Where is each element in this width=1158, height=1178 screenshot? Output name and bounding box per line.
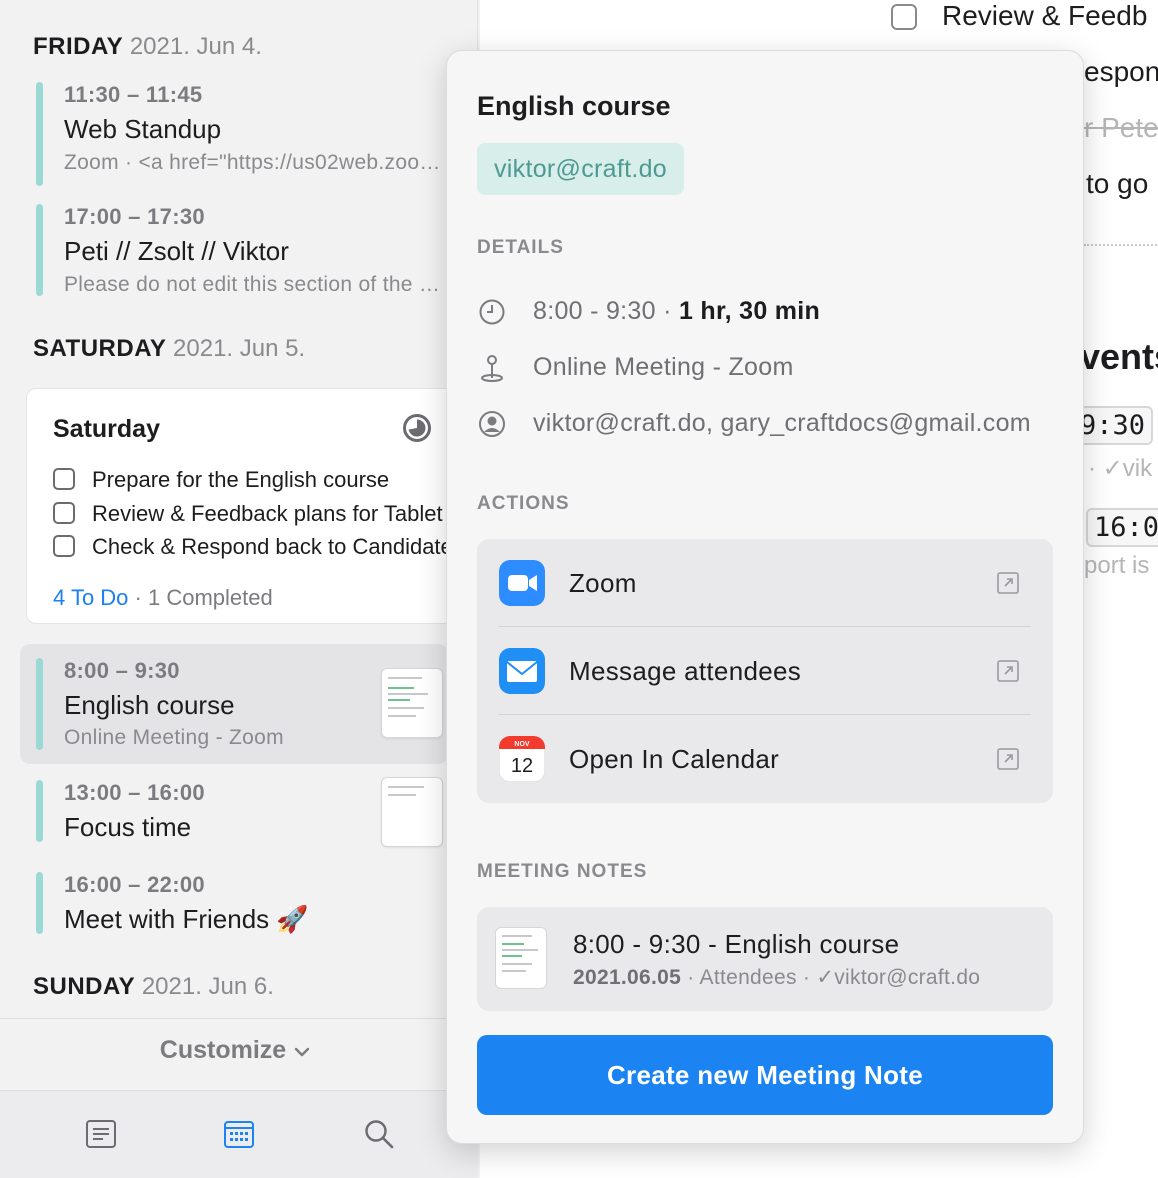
bottom-tab-bar bbox=[0, 1090, 478, 1178]
calendar-icon[interactable] bbox=[222, 1117, 256, 1151]
doc-todo-text: Review & Feedb bbox=[942, 0, 1148, 31]
action-open-in-calendar[interactable]: NOV 12 Open In Calendar bbox=[477, 715, 1053, 803]
event-subtitle: Zoom · <a href="https://us02web.zoom.us/… bbox=[64, 151, 444, 174]
event-focus-time[interactable]: 13:00 – 16:00 Focus time bbox=[20, 777, 448, 847]
event-time: 17:00 – 17:30 bbox=[64, 204, 205, 229]
event-meet-with-friends[interactable]: 16:00 – 22:00 Meet with Friends 🚀 bbox=[20, 872, 448, 934]
event-color-bar bbox=[36, 872, 43, 934]
action-message-attendees[interactable]: Message attendees bbox=[477, 627, 1053, 715]
event-peti-zsolt-viktor[interactable]: 17:00 – 17:30 Peti // Zsolt // Viktor Pl… bbox=[20, 204, 448, 296]
todo-checkbox[interactable] bbox=[53, 535, 75, 557]
day-header-saturday: SATURDAY 2021. Jun 5. bbox=[33, 335, 306, 362]
event-title: Web Standup bbox=[64, 114, 222, 144]
doc-divider bbox=[1084, 244, 1158, 246]
organizer-chip[interactable]: viktor@craft.do bbox=[477, 143, 684, 195]
doc-line: espon bbox=[1084, 56, 1158, 87]
doc-struck-line: r Pete bbox=[1084, 112, 1158, 143]
meeting-note-thumbnail bbox=[495, 927, 547, 989]
calendar-sidebar: FRIDAY 2021. Jun 4. 11:30 – 11:45 Web St… bbox=[0, 0, 478, 1178]
event-details-popover: English course viktor@craft.do DETAILS 8… bbox=[446, 50, 1084, 1144]
doc-line: · ✓vik bbox=[1088, 455, 1153, 482]
todo-item[interactable]: Prepare for the English course bbox=[53, 467, 465, 493]
meeting-note-thumbnail[interactable] bbox=[381, 777, 443, 847]
action-zoom[interactable]: Zoom bbox=[477, 539, 1053, 627]
search-icon[interactable] bbox=[362, 1117, 396, 1151]
svg-text:12: 12 bbox=[511, 755, 533, 777]
todo-card[interactable]: Saturday Prepare for the English course … bbox=[26, 388, 466, 624]
todo-item[interactable]: Check & Respond back to Candidates bbox=[53, 534, 465, 560]
customize-button[interactable]: Customize bbox=[0, 1036, 470, 1065]
event-title: Peti // Zsolt // Viktor bbox=[64, 236, 289, 266]
create-meeting-note-button[interactable]: Create new Meeting Note bbox=[477, 1035, 1053, 1115]
day-header-friday: FRIDAY 2021. Jun 4. bbox=[33, 33, 262, 60]
event-web-standup[interactable]: 11:30 – 11:45 Web Standup Zoom · <a href… bbox=[20, 82, 448, 186]
event-time: 16:00 – 22:00 bbox=[64, 872, 205, 897]
person-icon bbox=[479, 411, 505, 437]
todo-count-link[interactable]: 4 To Do bbox=[53, 585, 128, 610]
external-link-icon bbox=[997, 748, 1019, 770]
zoom-icon bbox=[499, 560, 545, 606]
day-header-sunday: SUNDAY 2021. Jun 6. bbox=[33, 973, 274, 1000]
svg-text:NOV: NOV bbox=[514, 741, 530, 748]
event-title: Meet with Friends 🚀 bbox=[64, 904, 309, 934]
chevron-down-icon bbox=[294, 1036, 310, 1065]
meeting-notes-section-label: MEETING NOTES bbox=[477, 861, 648, 882]
event-color-bar bbox=[36, 780, 43, 842]
external-link-icon bbox=[997, 572, 1019, 594]
divider bbox=[0, 1018, 478, 1019]
event-subtitle: Online Meeting - Zoom bbox=[64, 726, 284, 749]
todo-checkbox[interactable] bbox=[53, 468, 75, 490]
details-section-label: DETAILS bbox=[477, 237, 564, 258]
meeting-note-thumbnail[interactable] bbox=[381, 668, 443, 738]
event-title: English course bbox=[64, 690, 235, 720]
event-subtitle: Please do not edit this section of the d… bbox=[64, 273, 444, 296]
documents-icon[interactable] bbox=[84, 1117, 118, 1151]
event-color-bar bbox=[36, 82, 43, 186]
event-time: 11:30 – 11:45 bbox=[64, 82, 203, 107]
event-title: Focus time bbox=[64, 812, 192, 842]
event-time: 13:00 – 16:00 bbox=[64, 780, 205, 805]
meeting-note-title: 8:00 - 9:30 - English course bbox=[573, 929, 900, 959]
todo-card-title: Saturday bbox=[53, 415, 160, 443]
todo-summary: 4 To Do · 1 Completed bbox=[53, 585, 273, 611]
actions-section-label: ACTIONS bbox=[477, 493, 570, 514]
event-title: English course bbox=[477, 91, 671, 121]
completed-count: · 1 Completed bbox=[134, 585, 273, 610]
event-english-course[interactable]: 8:00 – 9:30 English course Online Meetin… bbox=[20, 644, 448, 764]
event-color-bar bbox=[36, 204, 43, 296]
mail-icon bbox=[499, 648, 545, 694]
todo-item[interactable]: Review & Feedback plans for Tablet bbox=[53, 501, 465, 527]
progress-pie-icon bbox=[403, 414, 431, 442]
doc-time-box: 16:0 bbox=[1086, 508, 1158, 547]
doc-line: to go bbox=[1086, 168, 1149, 199]
event-time: 8:00 – 9:30 bbox=[64, 658, 180, 683]
clock-icon bbox=[479, 299, 505, 325]
event-color-bar bbox=[36, 658, 43, 750]
doc-line: port is bbox=[1084, 552, 1150, 579]
todo-checkbox[interactable] bbox=[53, 502, 75, 524]
doc-heading: vents bbox=[1080, 336, 1158, 377]
actions-list: Zoom Message attendees NOV 12 Open In Ca… bbox=[477, 539, 1053, 803]
meeting-note-item[interactable]: 8:00 - 9:30 - English course 2021.06.05 … bbox=[477, 907, 1053, 1011]
calendar-app-icon: NOV 12 bbox=[499, 736, 545, 782]
location-pin-icon bbox=[481, 355, 503, 382]
doc-checkbox[interactable] bbox=[891, 4, 917, 30]
meeting-note-meta: 2021.06.05 · Attendees · ✓viktor@craft.d… bbox=[573, 966, 981, 989]
external-link-icon bbox=[997, 660, 1019, 682]
doc-time-box: 9:30 bbox=[1072, 406, 1154, 445]
